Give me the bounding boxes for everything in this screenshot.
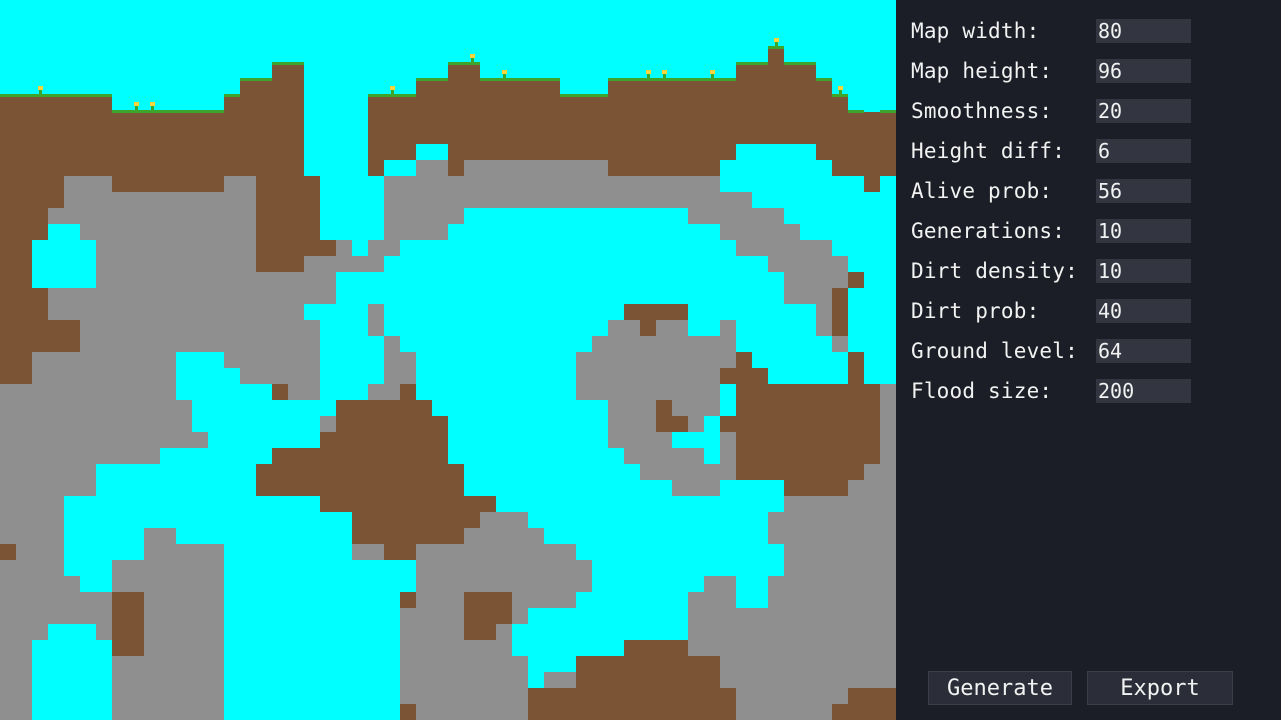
setting-row-generations: Generations: 10: [911, 219, 1201, 243]
dirt-pocket: [720, 352, 880, 496]
setting-label: Dirt density:: [911, 259, 1078, 283]
dirt-pocket: [112, 592, 144, 656]
flower: [134, 102, 139, 106]
setting-row-alive-prob: Alive prob: 56: [911, 179, 1201, 203]
grass-strip: [736, 62, 768, 65]
export-button[interactable]: Export: [1087, 671, 1233, 705]
flower: [150, 102, 155, 106]
flower: [838, 86, 843, 90]
setting-row-map-height: Map height: 96: [911, 59, 1201, 83]
grass-strip: [768, 46, 784, 49]
map-height-input[interactable]: 96: [1096, 59, 1191, 83]
grass-strip: [784, 62, 816, 65]
dirt-pocket: [256, 384, 496, 560]
grass-strip: [368, 94, 416, 97]
setting-label: Map width:: [911, 19, 1040, 43]
ground-level-input[interactable]: 64: [1096, 339, 1191, 363]
flower: [710, 70, 715, 74]
dirt-pocket: [400, 704, 416, 720]
flower: [38, 86, 43, 90]
dirt-prob-input[interactable]: 40: [1096, 299, 1191, 323]
setting-label: Flood size:: [911, 379, 1053, 403]
alive-prob-input[interactable]: 56: [1096, 179, 1191, 203]
flower: [774, 38, 779, 42]
flower: [470, 54, 475, 58]
grass-strip: [832, 94, 848, 97]
flower: [502, 70, 507, 74]
terrain-map-view[interactable]: [0, 0, 896, 720]
grass-strip: [816, 78, 832, 81]
terrain-map: [0, 38, 896, 720]
setting-label: Dirt prob:: [911, 299, 1040, 323]
dirt-pocket: [0, 544, 16, 560]
height-diff-input[interactable]: 6: [1096, 139, 1191, 163]
grass-strip: [880, 110, 896, 113]
dirt-pocket: [400, 592, 416, 608]
flood-size-input[interactable]: 200: [1096, 379, 1191, 403]
setting-row-map-width: Map width: 80: [911, 19, 1201, 43]
flower: [390, 86, 395, 90]
flower: [662, 70, 667, 74]
dirt-density-input[interactable]: 10: [1096, 259, 1191, 283]
setting-row-dirt-density: Dirt density: 10: [911, 259, 1201, 283]
setting-row-dirt-prob: Dirt prob: 40: [911, 299, 1201, 323]
setting-row-height-diff: Height diff: 6: [911, 139, 1201, 163]
setting-label: Generations:: [911, 219, 1066, 243]
setting-label: Alive prob:: [911, 179, 1053, 203]
dirt-pocket: [848, 272, 864, 288]
flower: [646, 70, 651, 74]
grass-strip: [224, 94, 240, 97]
generate-button[interactable]: Generate: [928, 671, 1072, 705]
setting-row-flood-size: Flood size: 200: [911, 379, 1201, 403]
grass-strip: [272, 62, 304, 65]
grass-strip: [0, 94, 112, 97]
generations-input[interactable]: 10: [1096, 219, 1191, 243]
grass-strip: [416, 78, 448, 81]
setting-row-smoothness: Smoothness: 20: [911, 99, 1201, 123]
grass-strip: [848, 110, 864, 113]
grass-strip: [240, 78, 272, 81]
setting-label: Ground level:: [911, 339, 1078, 363]
setting-row-ground-level: Ground level: 64: [911, 339, 1201, 363]
dirt-pocket: [272, 384, 288, 400]
map-width-input[interactable]: 80: [1096, 19, 1191, 43]
grass-strip: [448, 62, 480, 65]
app-window: Map width: 80 Map height: 96 Smoothness:…: [0, 0, 1281, 720]
grass-strip: [480, 78, 560, 81]
setting-label: Height diff:: [911, 139, 1066, 163]
grass-strip: [608, 78, 736, 81]
smoothness-input[interactable]: 20: [1096, 99, 1191, 123]
grass-strip: [112, 110, 224, 113]
settings-panel: Map width: 80 Map height: 96 Smoothness:…: [896, 0, 1281, 720]
grass-strip: [560, 94, 608, 97]
dirt-pocket: [832, 288, 848, 336]
setting-label: Map height:: [911, 59, 1053, 83]
setting-label: Smoothness:: [911, 99, 1053, 123]
